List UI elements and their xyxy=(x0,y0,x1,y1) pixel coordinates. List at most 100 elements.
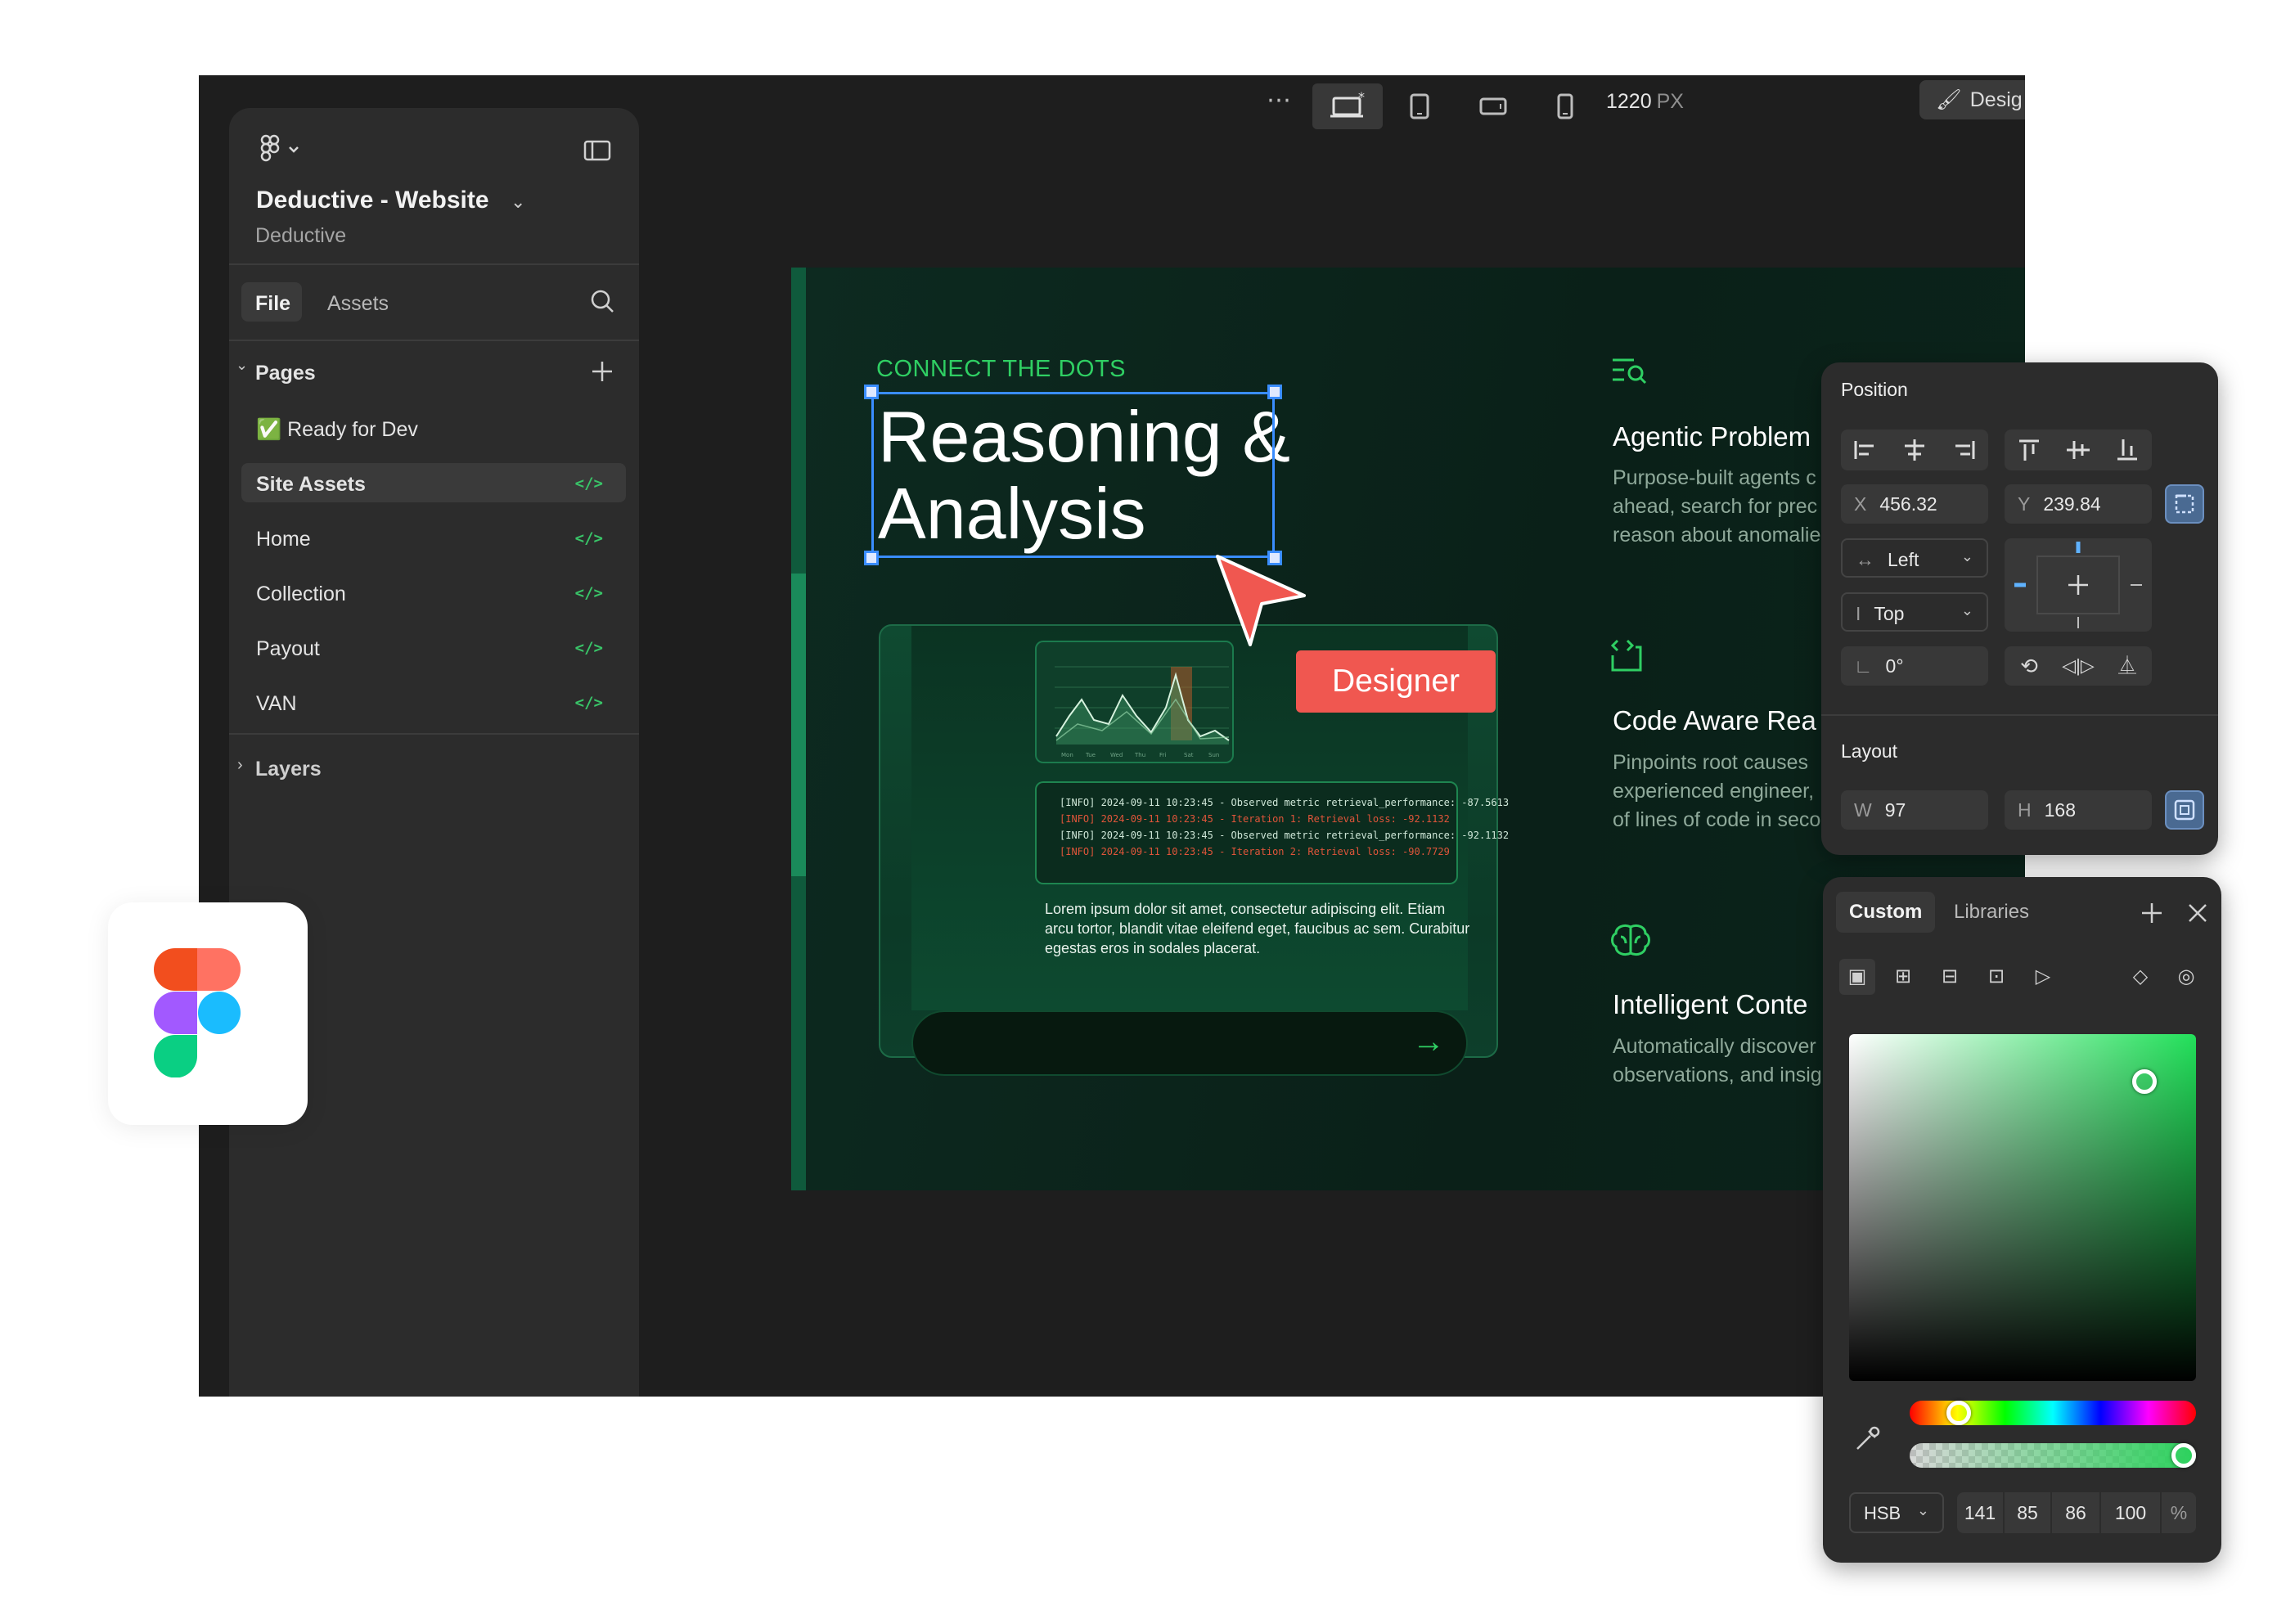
section-eyebrow[interactable]: CONNECT THE DOTS xyxy=(876,356,1126,383)
code-ready-icon: </> xyxy=(574,584,603,602)
svg-text:Wed: Wed xyxy=(1110,752,1123,758)
phone-breakpoint-button[interactable] xyxy=(1547,88,1583,124)
align-bottom-icon[interactable] xyxy=(2103,430,2152,470)
vertical-constraint-select[interactable]: I Top ⌄ xyxy=(1841,592,1988,632)
chevron-down-icon: ⌄ xyxy=(236,357,249,373)
flip-vertical-icon[interactable]: ⏅ xyxy=(2103,646,2152,686)
add-swatch-button[interactable] xyxy=(2135,897,2168,929)
more-options-icon[interactable]: ⋯ xyxy=(1261,87,1297,123)
desktop-breakpoint-button[interactable]: * xyxy=(1312,83,1383,129)
desktop-frame-icon: * xyxy=(1330,89,1365,118)
feature-title[interactable]: Intelligent Conte xyxy=(1613,989,1808,1020)
feature-title[interactable]: Agentic Problem xyxy=(1613,421,1811,452)
alpha-gradient xyxy=(1910,1443,2196,1468)
mini-performance-chart: Mon Tue Wed Thu Fri Sat Sun xyxy=(1035,641,1234,763)
project-name-button[interactable]: Deductive - Website ⌄ xyxy=(256,187,525,219)
tab-file[interactable]: File xyxy=(241,282,302,322)
frame-width-readout[interactable]: 1220 PX xyxy=(1606,90,1684,114)
horizontal-constraint-value: Left xyxy=(1888,549,1919,570)
feature-description[interactable]: Purpose-built agents c ahead, search for… xyxy=(1613,464,1820,550)
width-field[interactable]: W 97 xyxy=(1841,790,1988,830)
color-mode-select[interactable]: HSB ⌄ xyxy=(1849,1492,1944,1533)
eyedropper-button[interactable] xyxy=(1849,1421,1885,1457)
flip-horizontal-icon[interactable]: ◁|▷ xyxy=(2054,646,2103,686)
sidebar-item-van[interactable]: VAN </> xyxy=(241,682,626,722)
w-value: 97 xyxy=(1884,799,1906,821)
resize-handle-bottom-left[interactable] xyxy=(864,551,879,565)
code-ready-icon: </> xyxy=(574,529,603,547)
sidebar-item-home[interactable]: Home </> xyxy=(241,518,626,557)
video-fill-icon[interactable]: ▷ xyxy=(2025,959,2061,995)
x-position-field[interactable]: X 456.32 xyxy=(1841,484,1988,524)
close-panel-button[interactable] xyxy=(2181,897,2214,929)
page-label: ✅ Ready for Dev xyxy=(256,418,418,441)
resize-handle-top-right[interactable] xyxy=(1267,385,1282,399)
pattern-fill-icon[interactable]: ⊟ xyxy=(1932,959,1968,995)
search-button[interactable] xyxy=(587,286,619,318)
saturation-value-field[interactable]: 85 xyxy=(2005,1492,2050,1533)
arrow-right-icon[interactable]: → xyxy=(1412,1023,1445,1060)
opacity-drop-icon[interactable]: ◇ xyxy=(2122,959,2158,995)
constrain-proportions-toggle[interactable] xyxy=(2165,790,2204,830)
align-left-icon[interactable] xyxy=(1841,430,1890,470)
pages-section-header[interactable]: ⌄ Pages xyxy=(236,353,628,389)
brightness-value-field[interactable]: 86 xyxy=(2052,1492,2099,1533)
feature-title[interactable]: Code Aware Rea xyxy=(1613,705,1816,736)
hue-slider-handle[interactable] xyxy=(1946,1401,1972,1425)
left-sidebar: Deductive - Website ⌄ Deductive File Ass… xyxy=(229,108,639,1397)
page-label: VAN xyxy=(256,692,297,715)
hue-value: 141 xyxy=(1964,1502,1996,1523)
tab-assets[interactable]: Assets xyxy=(317,282,399,322)
page-label: Collection xyxy=(256,583,346,605)
figma-menu-button[interactable] xyxy=(254,131,311,167)
divider xyxy=(229,733,639,735)
tablet-landscape-icon xyxy=(1479,97,1507,115)
toggle-sidebar-button[interactable] xyxy=(581,134,614,167)
sidebar-item-payout[interactable]: Payout </> xyxy=(241,628,626,667)
log-line: [INFO] 2024-09-11 10:23:45 - Observed me… xyxy=(1060,797,1510,808)
constraints-widget[interactable] xyxy=(2005,538,2152,632)
transform-actions-group: ⟲ ◁|▷ ⏅ xyxy=(2005,646,2152,686)
alpha-value-field[interactable]: 100 xyxy=(2101,1492,2160,1533)
tablet-landscape-breakpoint-button[interactable] xyxy=(1475,88,1511,124)
rotation-field[interactable]: ∟ 0° xyxy=(1841,646,1988,686)
align-right-icon[interactable] xyxy=(1939,430,1988,470)
add-page-button[interactable] xyxy=(587,357,617,386)
align-center-horizontal-icon[interactable] xyxy=(1890,430,1939,470)
layers-section-header[interactable]: › Layers xyxy=(236,749,628,785)
search-icon xyxy=(591,290,614,313)
sidebar-item-site-assets[interactable]: Site Assets </> xyxy=(241,463,626,502)
sidebar-item-collection[interactable]: Collection </> xyxy=(241,573,626,612)
code-ready-icon: </> xyxy=(574,475,603,493)
resize-handle-top-left[interactable] xyxy=(864,385,879,399)
horizontal-constraint-select[interactable]: ↔ Left ⌄ xyxy=(1841,538,1988,578)
align-top-icon[interactable] xyxy=(2005,430,2054,470)
gradient-fill-icon[interactable]: ⊞ xyxy=(1885,959,1921,995)
mockup-input-bar[interactable]: → xyxy=(911,1010,1468,1076)
svg-text:Mon: Mon xyxy=(1061,752,1073,758)
design-mode-button[interactable]: 🖌 Desig xyxy=(1919,80,2025,119)
solid-fill-icon[interactable]: ▣ xyxy=(1839,959,1875,995)
tab-custom[interactable]: Custom xyxy=(1836,892,1936,933)
blend-mode-icon[interactable]: ◎ xyxy=(2168,959,2204,995)
tab-libraries[interactable]: Libraries xyxy=(1941,892,2042,933)
brush-icon: 🖌 xyxy=(1936,88,1962,111)
phone-icon xyxy=(1557,93,1573,119)
alpha-slider-handle[interactable] xyxy=(2171,1443,2196,1468)
align-middle-icon[interactable] xyxy=(2054,430,2103,470)
log-line-error: [INFO] 2024-09-11 10:23:45 - Iteration 1… xyxy=(1060,813,1450,825)
alpha-slider[interactable] xyxy=(1910,1443,2196,1468)
absolute-position-toggle[interactable] xyxy=(2165,484,2204,524)
hue-value-field[interactable]: 141 xyxy=(1957,1492,2003,1533)
feature-description[interactable]: Automatically discover observations, and… xyxy=(1613,1032,1822,1090)
image-fill-icon[interactable]: ⊡ xyxy=(1978,959,2014,995)
height-field[interactable]: H 168 xyxy=(2005,790,2152,830)
y-position-field[interactable]: Y 239.84 xyxy=(2005,484,2152,524)
tablet-breakpoint-button[interactable] xyxy=(1402,88,1438,124)
feature-description[interactable]: Pinpoints root causes experienced engine… xyxy=(1613,749,1820,834)
sidebar-item-ready-for-dev[interactable]: ✅ Ready for Dev xyxy=(241,408,626,448)
saturation-brightness-handle[interactable] xyxy=(2132,1069,2157,1094)
close-icon xyxy=(2189,904,2207,922)
tab-libraries-label: Libraries xyxy=(1954,901,2030,923)
rotate-icon[interactable]: ⟲ xyxy=(2005,646,2054,686)
